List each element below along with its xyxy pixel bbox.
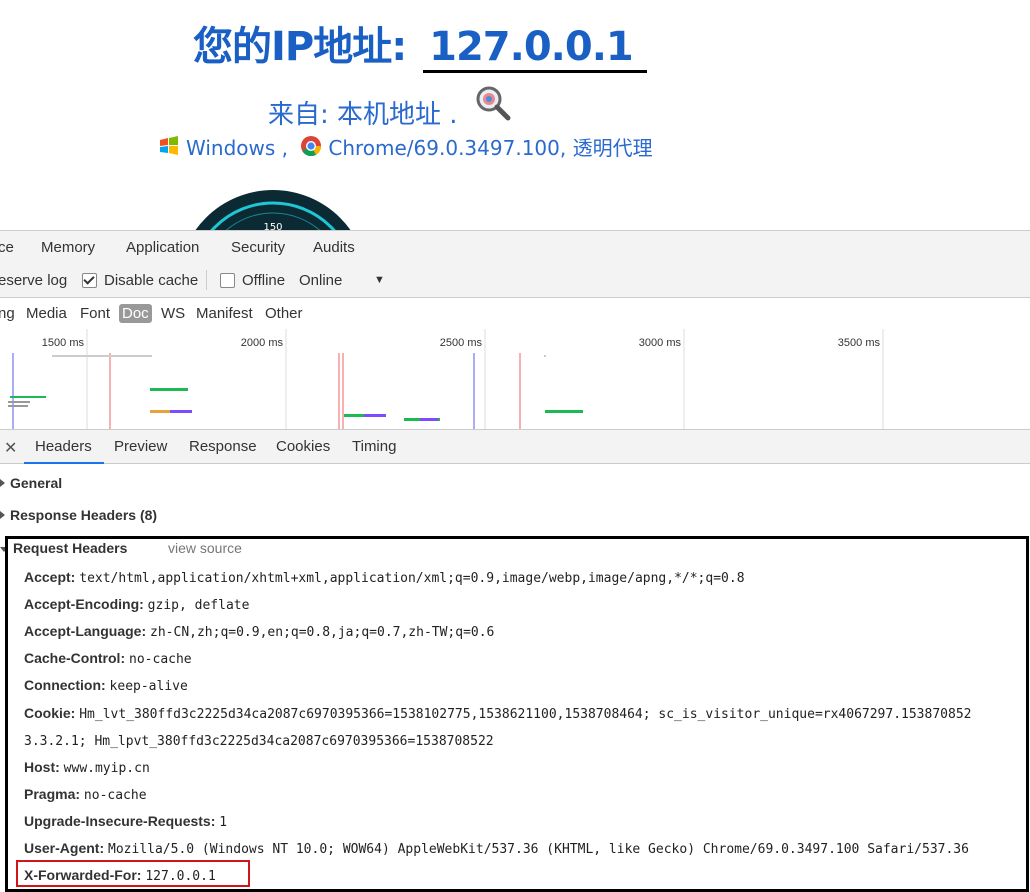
request-header-row: Connection: keep-alive (24, 677, 188, 694)
filter-manifest[interactable]: Manifest (196, 305, 253, 322)
header-value: 3.3.2.1; Hm_lpvt_380ffd3c2225d34ca2087c6… (24, 734, 494, 749)
ip-value: 127.0.0.1 (423, 24, 647, 73)
request-header-row: Accept-Encoding: gzip, deflate (24, 596, 249, 613)
tab-performance[interactable]: ce (0, 239, 14, 256)
header-value: no-cache (129, 652, 192, 667)
header-name: Host: (24, 759, 60, 775)
request-header-row: Pragma: no-cache (24, 786, 147, 803)
magnifier-icon[interactable] (474, 84, 512, 122)
header-value: www.myip.cn (63, 761, 150, 776)
throttling-select[interactable]: Online (299, 272, 342, 289)
expand-arrow-icon (0, 511, 5, 519)
response-headers-toggle[interactable]: Response Headers (8) (0, 507, 157, 523)
browser-name: Chrome/69.0.3497.100, 透明代理 (328, 136, 653, 160)
tab-timing[interactable]: Timing (352, 438, 396, 455)
response-headers-title: Response Headers (8) (10, 507, 158, 523)
header-value: keep-alive (109, 679, 188, 694)
toolbar-divider (206, 270, 207, 290)
request-header-row: Cache-Control: no-cache (24, 650, 192, 667)
tick-1500: 1500 ms (42, 337, 85, 349)
panel-tab-bar: ce Memory Application Security Audits (0, 230, 1030, 265)
windows-logo-icon (160, 136, 178, 155)
offline-label[interactable]: Offline (242, 272, 285, 289)
filter-doc[interactable]: Doc (119, 304, 152, 323)
request-header-row: Host: www.myip.cn (24, 759, 150, 776)
tab-audits[interactable]: Audits (313, 239, 355, 256)
header-value: Hm_lvt_380ffd3c2225d34ca2087c6970395366=… (79, 707, 972, 722)
disable-cache-label[interactable]: Disable cache (104, 272, 198, 289)
request-header-row: Accept: text/html,application/xhtml+xml,… (24, 569, 745, 586)
filter-other[interactable]: Other (265, 305, 303, 322)
request-header-row: 3.3.2.1; Hm_lpvt_380ffd3c2225d34ca2087c6… (24, 732, 494, 749)
ip-heading: 您的IP地址: 127.0.0.1 (193, 14, 647, 73)
header-name: Accept: (24, 569, 76, 585)
web-page: 您的IP地址: 127.0.0.1 来自: 本机地址 . Windows , C… (0, 0, 1030, 230)
tab-application[interactable]: Application (126, 239, 199, 256)
header-name: Accept-Language: (24, 623, 147, 639)
header-value: no-cache (83, 788, 147, 803)
header-name: Cookie: (24, 705, 76, 721)
tick-2000: 2000 ms (241, 337, 284, 349)
request-header-row: User-Agent: Mozilla/5.0 (Windows NT 10.0… (24, 840, 969, 857)
ip-label: 您的IP地址: (193, 24, 407, 70)
chevron-down-icon[interactable]: ▼ (374, 274, 385, 286)
header-name: Cache-Control: (24, 650, 126, 666)
speed-gauge-icon: 150 (195, 190, 351, 230)
tab-headers[interactable]: Headers (24, 438, 104, 464)
tab-memory[interactable]: Memory (41, 239, 95, 256)
user-agent-line: Windows , Chrome/69.0.3497.100, 透明代理 (158, 132, 653, 161)
chrome-logo-icon (301, 136, 322, 157)
request-header-row: Upgrade-Insecure-Requests: 1 (24, 813, 227, 830)
header-value: gzip, deflate (147, 598, 250, 613)
timeline-markers (12, 353, 521, 429)
tab-response[interactable]: Response (189, 438, 257, 455)
preserve-log-label[interactable]: eserve log (0, 272, 67, 289)
network-toolbar: eserve log Disable cache Offline Online … (0, 264, 1030, 298)
tick-3000: 3000 ms (639, 337, 682, 349)
header-value: Mozilla/5.0 (Windows NT 10.0; WOW64) App… (108, 842, 969, 857)
tick-3500: 3500 ms (838, 337, 881, 349)
general-section-title: General (10, 475, 63, 491)
header-value: text/html,application/xhtml+xml,applicat… (79, 571, 745, 586)
disable-cache-checkbox[interactable] (82, 273, 97, 288)
request-header-row: Accept-Language: zh-CN,zh;q=0.9,en;q=0.8… (24, 623, 494, 640)
header-name: Pragma: (24, 786, 81, 802)
network-timeline[interactable]: 1500 ms 2000 ms 2500 ms 3000 ms 3500 ms (0, 329, 1030, 430)
header-name: User-Agent: (24, 840, 105, 856)
tab-security[interactable]: Security (231, 239, 285, 256)
timeline-request-bars (8, 355, 583, 421)
devtools-panel: ce Memory Application Security Audits es… (0, 230, 1030, 892)
tick-2500: 2500 ms (440, 337, 483, 349)
header-value: 1 (219, 815, 228, 830)
header-name: Connection: (24, 677, 106, 693)
location-text: 来自: 本机地址 . (268, 100, 458, 130)
header-name: Upgrade-Insecure-Requests: (24, 813, 216, 829)
filter-img[interactable]: ng (0, 305, 15, 322)
tab-cookies[interactable]: Cookies (276, 438, 330, 455)
filter-media[interactable]: Media (26, 305, 67, 322)
request-detail-tabs: ✕ Headers Preview Response Cookies Timin… (0, 430, 1030, 464)
offline-checkbox[interactable] (220, 273, 235, 288)
expand-arrow-icon (0, 479, 5, 487)
timeline-gridlines (86, 329, 884, 429)
resource-filter-bar: ng Media Font Doc WS Manifest Other (0, 298, 1030, 330)
x-forwarded-for-highlight-box (16, 860, 250, 887)
gauge-label: 150 (263, 222, 282, 230)
header-name: Accept-Encoding: (24, 596, 144, 612)
request-header-row: Cookie: Hm_lvt_380ffd3c2225d34ca2087c697… (24, 705, 971, 722)
filter-font[interactable]: Font (80, 305, 110, 322)
os-name: Windows , (186, 136, 288, 160)
header-value: zh-CN,zh;q=0.9,en;q=0.8,ja;q=0.7,zh-TW;q… (150, 625, 495, 640)
tab-preview[interactable]: Preview (114, 438, 167, 455)
general-section-toggle[interactable]: General (0, 475, 62, 491)
filter-ws[interactable]: WS (161, 305, 185, 322)
close-icon[interactable]: ✕ (4, 438, 17, 458)
